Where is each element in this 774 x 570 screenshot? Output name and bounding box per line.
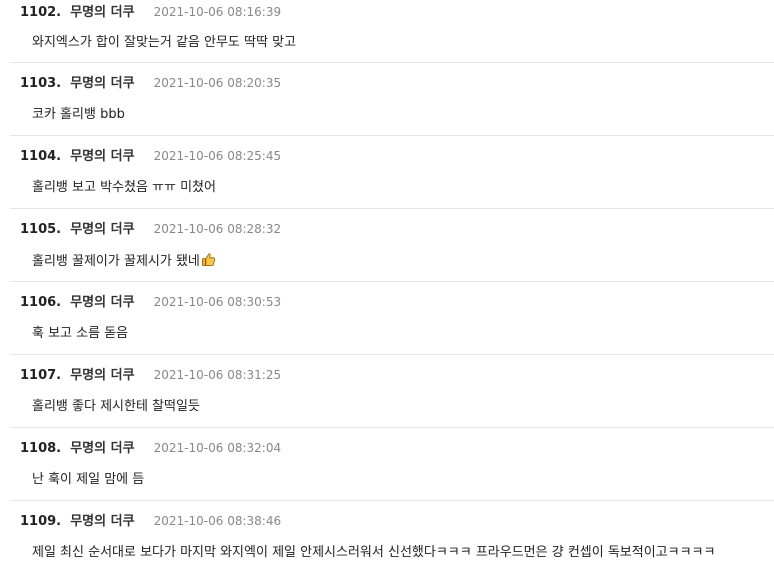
comment-item: 1108. 무명의 더쿠 2021-10-06 08:32:04 난 훅이 제일… bbox=[10, 428, 774, 501]
comment-author: 무명의 더쿠 bbox=[70, 368, 135, 383]
comment-header: 1107. 무명의 더쿠 2021-10-06 08:31:25 bbox=[20, 365, 281, 383]
comment-text-container: 홀리뱅 꿀제이가 꿀제시가 됐네 bbox=[32, 252, 216, 271]
comment-item: 1106. 무명의 더쿠 2021-10-06 08:30:53 훅 보고 소름… bbox=[10, 282, 774, 355]
comment-header: 1102. 무명의 더쿠 2021-10-06 08:16:39 bbox=[20, 2, 281, 20]
comment-author: 무명의 더쿠 bbox=[70, 149, 135, 164]
comment-text: 코카 홀리뱅 bbb bbox=[32, 107, 125, 122]
comment-author: 무명의 더쿠 bbox=[70, 295, 135, 310]
comment-number[interactable]: 1105. bbox=[20, 222, 61, 237]
comment-header: 1109. 무명의 더쿠 2021-10-06 08:38:46 bbox=[20, 511, 281, 529]
comment-date: 2021-10-06 08:28:32 bbox=[153, 222, 282, 236]
comment-text: 와지엑스가 합이 잘맞는거 같음 안무도 딱딱 맞고 bbox=[32, 35, 296, 50]
comment-text: 홀리뱅 보고 박수쳤음 ㅠㅠ 미쳤어 bbox=[32, 180, 216, 195]
comment-text: 홀리뱅 꿀제이가 꿀제시가 됐네 bbox=[32, 254, 200, 269]
comment-date: 2021-10-06 08:30:53 bbox=[153, 295, 282, 309]
comment-number[interactable]: 1107. bbox=[20, 368, 61, 383]
comment-item: 1105. 무명의 더쿠 2021-10-06 08:28:32 홀리뱅 꿀제이… bbox=[10, 209, 774, 282]
comment-author: 무명의 더쿠 bbox=[70, 76, 135, 91]
comment-date: 2021-10-06 08:25:45 bbox=[153, 149, 282, 163]
comment-number[interactable]: 1103. bbox=[20, 76, 61, 91]
comment-number[interactable]: 1104. bbox=[20, 149, 61, 164]
comment-date: 2021-10-06 08:31:25 bbox=[153, 368, 282, 382]
comment-header: 1105. 무명의 더쿠 2021-10-06 08:28:32 bbox=[20, 219, 281, 237]
comment-number[interactable]: 1102. bbox=[20, 5, 61, 20]
comment-date: 2021-10-06 08:16:39 bbox=[153, 5, 282, 19]
comment-author: 무명의 더쿠 bbox=[70, 441, 135, 456]
thumbs-up-icon bbox=[201, 253, 216, 266]
comment-author: 무명의 더쿠 bbox=[70, 514, 135, 529]
comment-author: 무명의 더쿠 bbox=[70, 5, 135, 20]
comment-number[interactable]: 1108. bbox=[20, 441, 61, 456]
comment-item: 1109. 무명의 더쿠 2021-10-06 08:38:46 제일 최신 순… bbox=[10, 501, 774, 570]
comment-item: 1107. 무명의 더쿠 2021-10-06 08:31:25 홀리뱅 좋다 … bbox=[10, 355, 774, 428]
comment-text: 훅 보고 소름 돋음 bbox=[32, 326, 129, 341]
comment-header: 1106. 무명의 더쿠 2021-10-06 08:30:53 bbox=[20, 292, 281, 310]
comment-item: 1103. 무명의 더쿠 2021-10-06 08:20:35 코카 홀리뱅 … bbox=[10, 63, 774, 136]
comment-header: 1103. 무명의 더쿠 2021-10-06 08:20:35 bbox=[20, 73, 281, 91]
comment-text: 난 훅이 제일 맘에 듬 bbox=[32, 472, 145, 487]
comment-text: 홀리뱅 좋다 제시한테 찰떡일듯 bbox=[32, 399, 200, 414]
comment-date: 2021-10-06 08:20:35 bbox=[153, 76, 282, 90]
comment-text: 제일 최신 순서대로 보다가 마지막 와지엑이 제일 안제시스러워서 신선했다ㅋ… bbox=[32, 545, 716, 560]
comment-date: 2021-10-06 08:38:46 bbox=[153, 514, 282, 528]
comment-date: 2021-10-06 08:32:04 bbox=[153, 441, 282, 455]
comment-header: 1104. 무명의 더쿠 2021-10-06 08:25:45 bbox=[20, 146, 281, 164]
comment-item: 1104. 무명의 더쿠 2021-10-06 08:25:45 홀리뱅 보고 … bbox=[10, 136, 774, 209]
comment-item: 1102. 무명의 더쿠 2021-10-06 08:16:39 와지엑스가 합… bbox=[10, 0, 774, 63]
comment-author: 무명의 더쿠 bbox=[70, 222, 135, 237]
comment-number[interactable]: 1109. bbox=[20, 514, 61, 529]
comment-list: 1102. 무명의 더쿠 2021-10-06 08:16:39 와지엑스가 합… bbox=[0, 0, 774, 570]
comment-header: 1108. 무명의 더쿠 2021-10-06 08:32:04 bbox=[20, 438, 281, 456]
comment-number[interactable]: 1106. bbox=[20, 295, 61, 310]
